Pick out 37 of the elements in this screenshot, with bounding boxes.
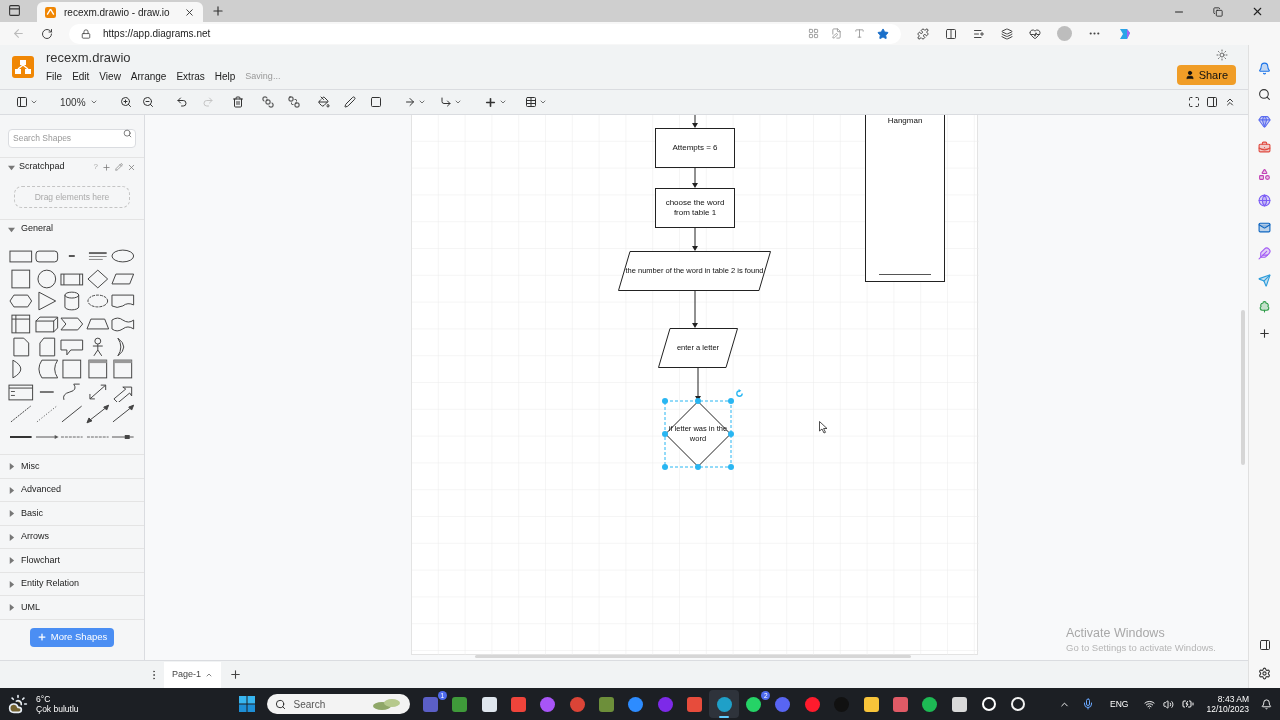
menu-item[interactable]: Arrange [130,69,167,84]
address-bar[interactable]: https://app.diagrams.net [69,23,901,44]
section-title[interactable]: Misc [21,459,40,474]
page-tab[interactable]: Page-1 [164,661,222,688]
shape-label: choose the word from table 1 [664,198,726,218]
container-title: Hangman [887,116,923,125]
menu-item[interactable]: Help [214,69,236,84]
language-indicator[interactable]: ENG [1110,697,1129,711]
menu-item[interactable]: File [46,69,63,84]
share-button[interactable]: Share [1176,65,1236,85]
zoom-level[interactable]: 100% [60,94,86,110]
url-text: https://app.diagrams.net [103,27,212,41]
section-title[interactable]: Scratchpad [19,160,90,174]
menu-item[interactable]: View [99,69,121,84]
clock-date[interactable]: 12/10/2023 [1206,704,1249,714]
file-name[interactable]: recexm.drawio [46,50,281,66]
section-title[interactable]: Flowchart [21,553,60,568]
section-title[interactable]: Basic [21,506,43,521]
section-title[interactable]: Advanced [21,483,62,497]
section-title[interactable]: General [21,222,54,236]
search-placeholder: Search [293,697,327,712]
weather-condition[interactable]: Çok bulutlu [36,704,79,714]
activation-title: Activate Windows [1066,625,1166,641]
search-field[interactable]: Search Shapes [8,128,136,148]
section-title[interactable]: UML [21,600,40,615]
section-title[interactable]: Entity Relation [21,577,80,591]
menu-item[interactable]: Extras [176,69,205,84]
browser-tab[interactable]: recexm.drawio - draw.io [37,2,203,22]
save-status: Saving... [245,69,281,83]
menu-item[interactable]: Edit [72,69,90,84]
tab-title: recexm.drawio - draw.io [64,5,171,20]
section-title[interactable]: Arrows [21,530,49,544]
taskbar-search[interactable]: Search [266,694,410,714]
clock-time[interactable]: 8:43 AM [1217,694,1249,704]
activation-text: Go to Settings to activate Windows. [1066,641,1216,655]
temperature[interactable]: 6°C [36,694,79,704]
shape-label: Attempts = 6 [672,143,718,153]
